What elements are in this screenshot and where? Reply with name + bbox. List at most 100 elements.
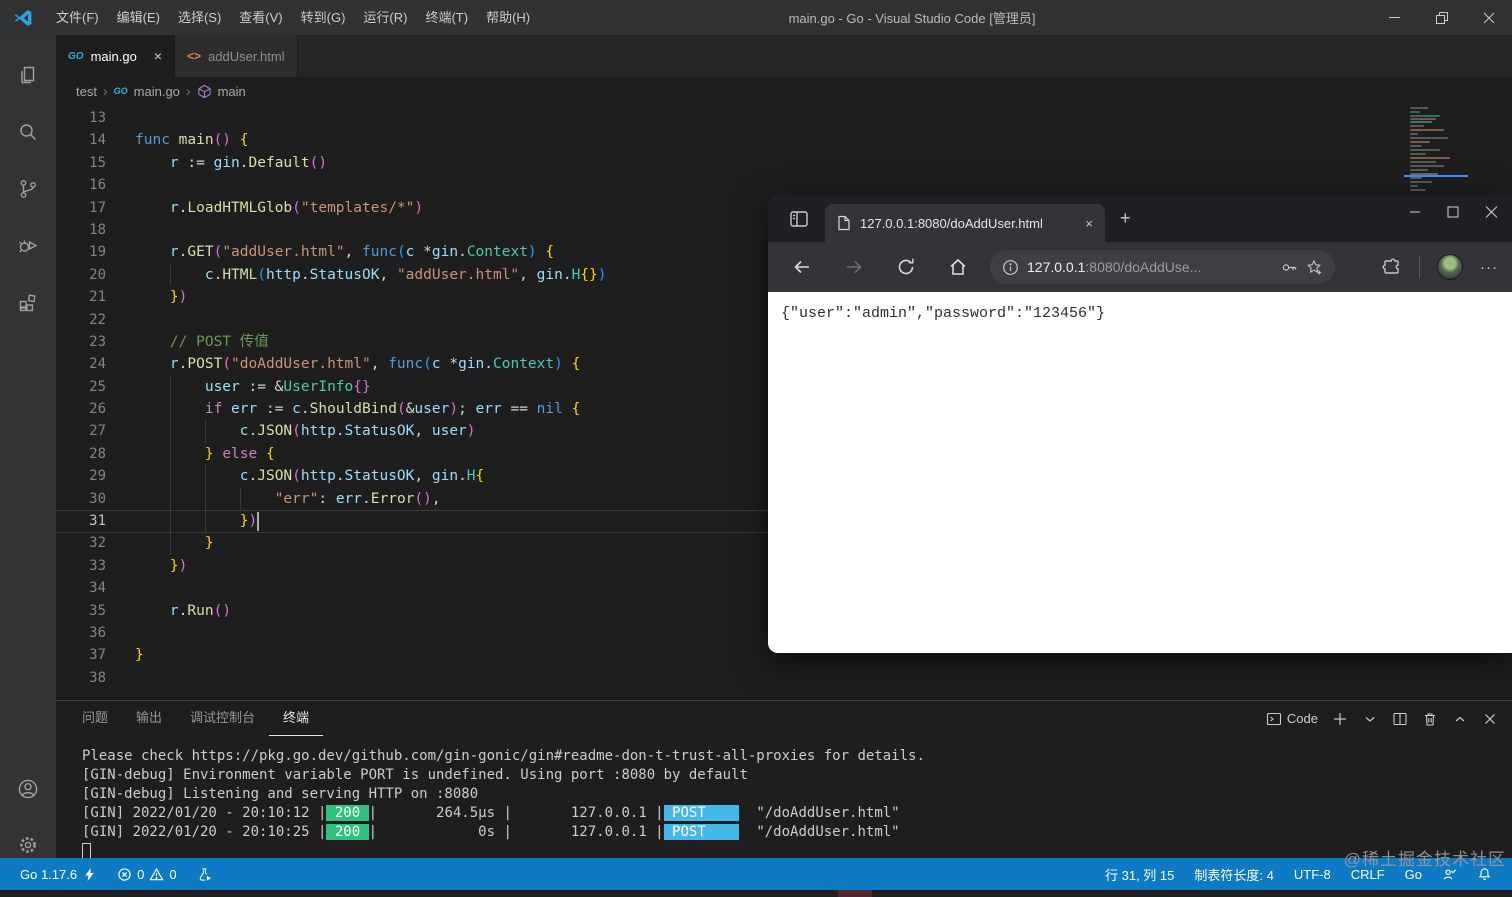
code-token: ): [449, 401, 459, 418]
tab-adduser-html[interactable]: <> addUser.html: [175, 35, 298, 77]
code-token: user: [431, 423, 467, 440]
terminal-row: [GIN-debug] Listening and serving HTTP o…: [82, 785, 1502, 804]
code-token: .: [300, 401, 310, 418]
terminal-dropdown-icon[interactable]: [1362, 711, 1378, 727]
explorer-icon[interactable]: [16, 63, 40, 87]
terminal-picker[interactable]: Code: [1266, 711, 1318, 727]
split-terminal-icon[interactable]: [1392, 711, 1408, 727]
tab-size-status[interactable]: 制表符长度: 4: [1188, 865, 1279, 884]
password-key-icon[interactable]: [1281, 259, 1298, 276]
menu-item[interactable]: 文件(F): [47, 0, 108, 35]
go-test-status[interactable]: [191, 867, 218, 882]
code-token: (): [213, 602, 232, 619]
new-terminal-icon[interactable]: [1332, 711, 1348, 727]
kill-terminal-icon[interactable]: [1422, 711, 1438, 727]
source-control-icon[interactable]: [16, 177, 40, 201]
menu-item[interactable]: 选择(S): [169, 0, 230, 35]
terminal-row: [GIN] 2022/01/20 - 20:10:12 | 200 | 264.…: [82, 804, 1502, 823]
back-icon[interactable]: [792, 257, 812, 277]
problems-status[interactable]: 0 0: [111, 867, 182, 882]
line-number: 24: [89, 356, 106, 373]
vertical-tabs-icon[interactable]: [788, 208, 810, 230]
line-number: 30: [89, 490, 106, 507]
menu-item[interactable]: 运行(R): [354, 0, 416, 35]
breadcrumb-file[interactable]: main.go: [134, 84, 180, 99]
encoding-status[interactable]: UTF-8: [1288, 867, 1337, 882]
menu-item[interactable]: 编辑(E): [108, 0, 169, 35]
code-token: .: [239, 154, 249, 171]
terminal-text: Please check https://pkg.go.dev/github.c…: [82, 748, 925, 764]
browser-minimize-icon[interactable]: [1409, 201, 1421, 223]
line-number: 20: [89, 266, 106, 283]
tab-close-icon[interactable]: ×: [1085, 216, 1093, 231]
browser-close-icon[interactable]: [1485, 201, 1498, 223]
panel-tab-item[interactable]: 输出: [122, 701, 176, 736]
browser-window: 127.0.0.1:8080/doAddUser.html × + 127.0.…: [768, 195, 1512, 653]
breadcrumb-folder[interactable]: test: [76, 84, 97, 99]
search-icon[interactable]: [16, 120, 40, 144]
panel-tab-item[interactable]: 调试控制台: [176, 701, 269, 736]
favorites-star-icon[interactable]: [1306, 259, 1323, 276]
tab-size-label: 制表符长度: 4: [1194, 867, 1274, 883]
profile-avatar[interactable]: [1437, 254, 1463, 280]
panel-tab-item[interactable]: 问题: [68, 701, 122, 736]
minimize-button[interactable]: [1371, 0, 1418, 35]
close-panel-icon[interactable]: [1482, 711, 1498, 727]
browser-maximize-icon[interactable]: [1447, 201, 1459, 223]
tab-close-icon[interactable]: ×: [154, 48, 162, 64]
code-token: :=: [257, 401, 293, 418]
info-icon[interactable]: [1002, 259, 1019, 276]
home-icon[interactable]: [948, 257, 968, 277]
menu-item[interactable]: 帮助(H): [477, 0, 539, 35]
maximize-panel-icon[interactable]: [1452, 711, 1468, 727]
browser-menu-icon[interactable]: ···: [1480, 259, 1498, 276]
account-icon[interactable]: [16, 777, 40, 801]
line-number: 15: [89, 154, 106, 171]
code-token: func: [362, 244, 397, 261]
terminal-output[interactable]: Please check https://pkg.go.dev/github.c…: [82, 747, 1502, 860]
code-token: StatusOK: [344, 423, 415, 440]
tab-main-go[interactable]: GO main.go ×: [56, 35, 175, 77]
code-token: {}: [580, 266, 598, 283]
line-number: 18: [89, 221, 106, 238]
minimap-line: [1410, 185, 1418, 187]
bottom-strip: [0, 890, 1512, 897]
extensions-puzzle-icon[interactable]: [1382, 257, 1402, 277]
menu-item[interactable]: 终端(T): [416, 0, 477, 35]
code-token: Context: [493, 356, 555, 373]
restore-button[interactable]: [1418, 0, 1465, 35]
code-token: func: [388, 356, 424, 373]
menu-item[interactable]: 查看(V): [230, 0, 291, 35]
beaker-play-icon: [197, 867, 212, 882]
url-text[interactable]: 127.0.0.1:8080/doAddUse...: [1027, 259, 1201, 275]
code-token: .: [335, 468, 345, 485]
go-version-status[interactable]: Go 1.17.6: [14, 867, 103, 882]
panel-tab-active[interactable]: 终端: [269, 701, 324, 736]
terminal-row: [GIN] 2022/01/20 - 20:10:25 | 200 | 0s |…: [82, 823, 1502, 842]
settings-gear-icon[interactable]: [16, 833, 40, 857]
run-debug-icon[interactable]: [16, 234, 40, 258]
json-response-text: {"user":"admin","password":"123456"}: [781, 305, 1106, 322]
forward-icon[interactable]: [844, 257, 864, 277]
code-token: "doAddUser.html": [231, 356, 371, 373]
code-token: (: [396, 244, 406, 261]
cursor-position-status[interactable]: 行 31, 列 15: [1099, 865, 1180, 884]
refresh-icon[interactable]: [896, 257, 916, 277]
address-bar[interactable]: 127.0.0.1:8080/doAddUse...: [990, 250, 1335, 284]
code-token: ,: [344, 244, 363, 261]
menu-item[interactable]: 转到(G): [292, 0, 355, 35]
code-token: {: [545, 244, 555, 261]
browser-tab[interactable]: 127.0.0.1:8080/doAddUser.html ×: [825, 204, 1105, 242]
breadcrumb-symbol[interactable]: main: [218, 84, 246, 99]
close-window-button[interactable]: [1465, 0, 1512, 35]
line-number: 31: [89, 513, 106, 530]
html-file-icon: <>: [187, 49, 202, 63]
code-token: ==: [501, 401, 537, 418]
code-token: }: [204, 535, 214, 552]
extensions-icon[interactable]: [16, 291, 40, 315]
new-tab-icon[interactable]: +: [1120, 208, 1131, 228]
line-number: 36: [89, 624, 106, 641]
